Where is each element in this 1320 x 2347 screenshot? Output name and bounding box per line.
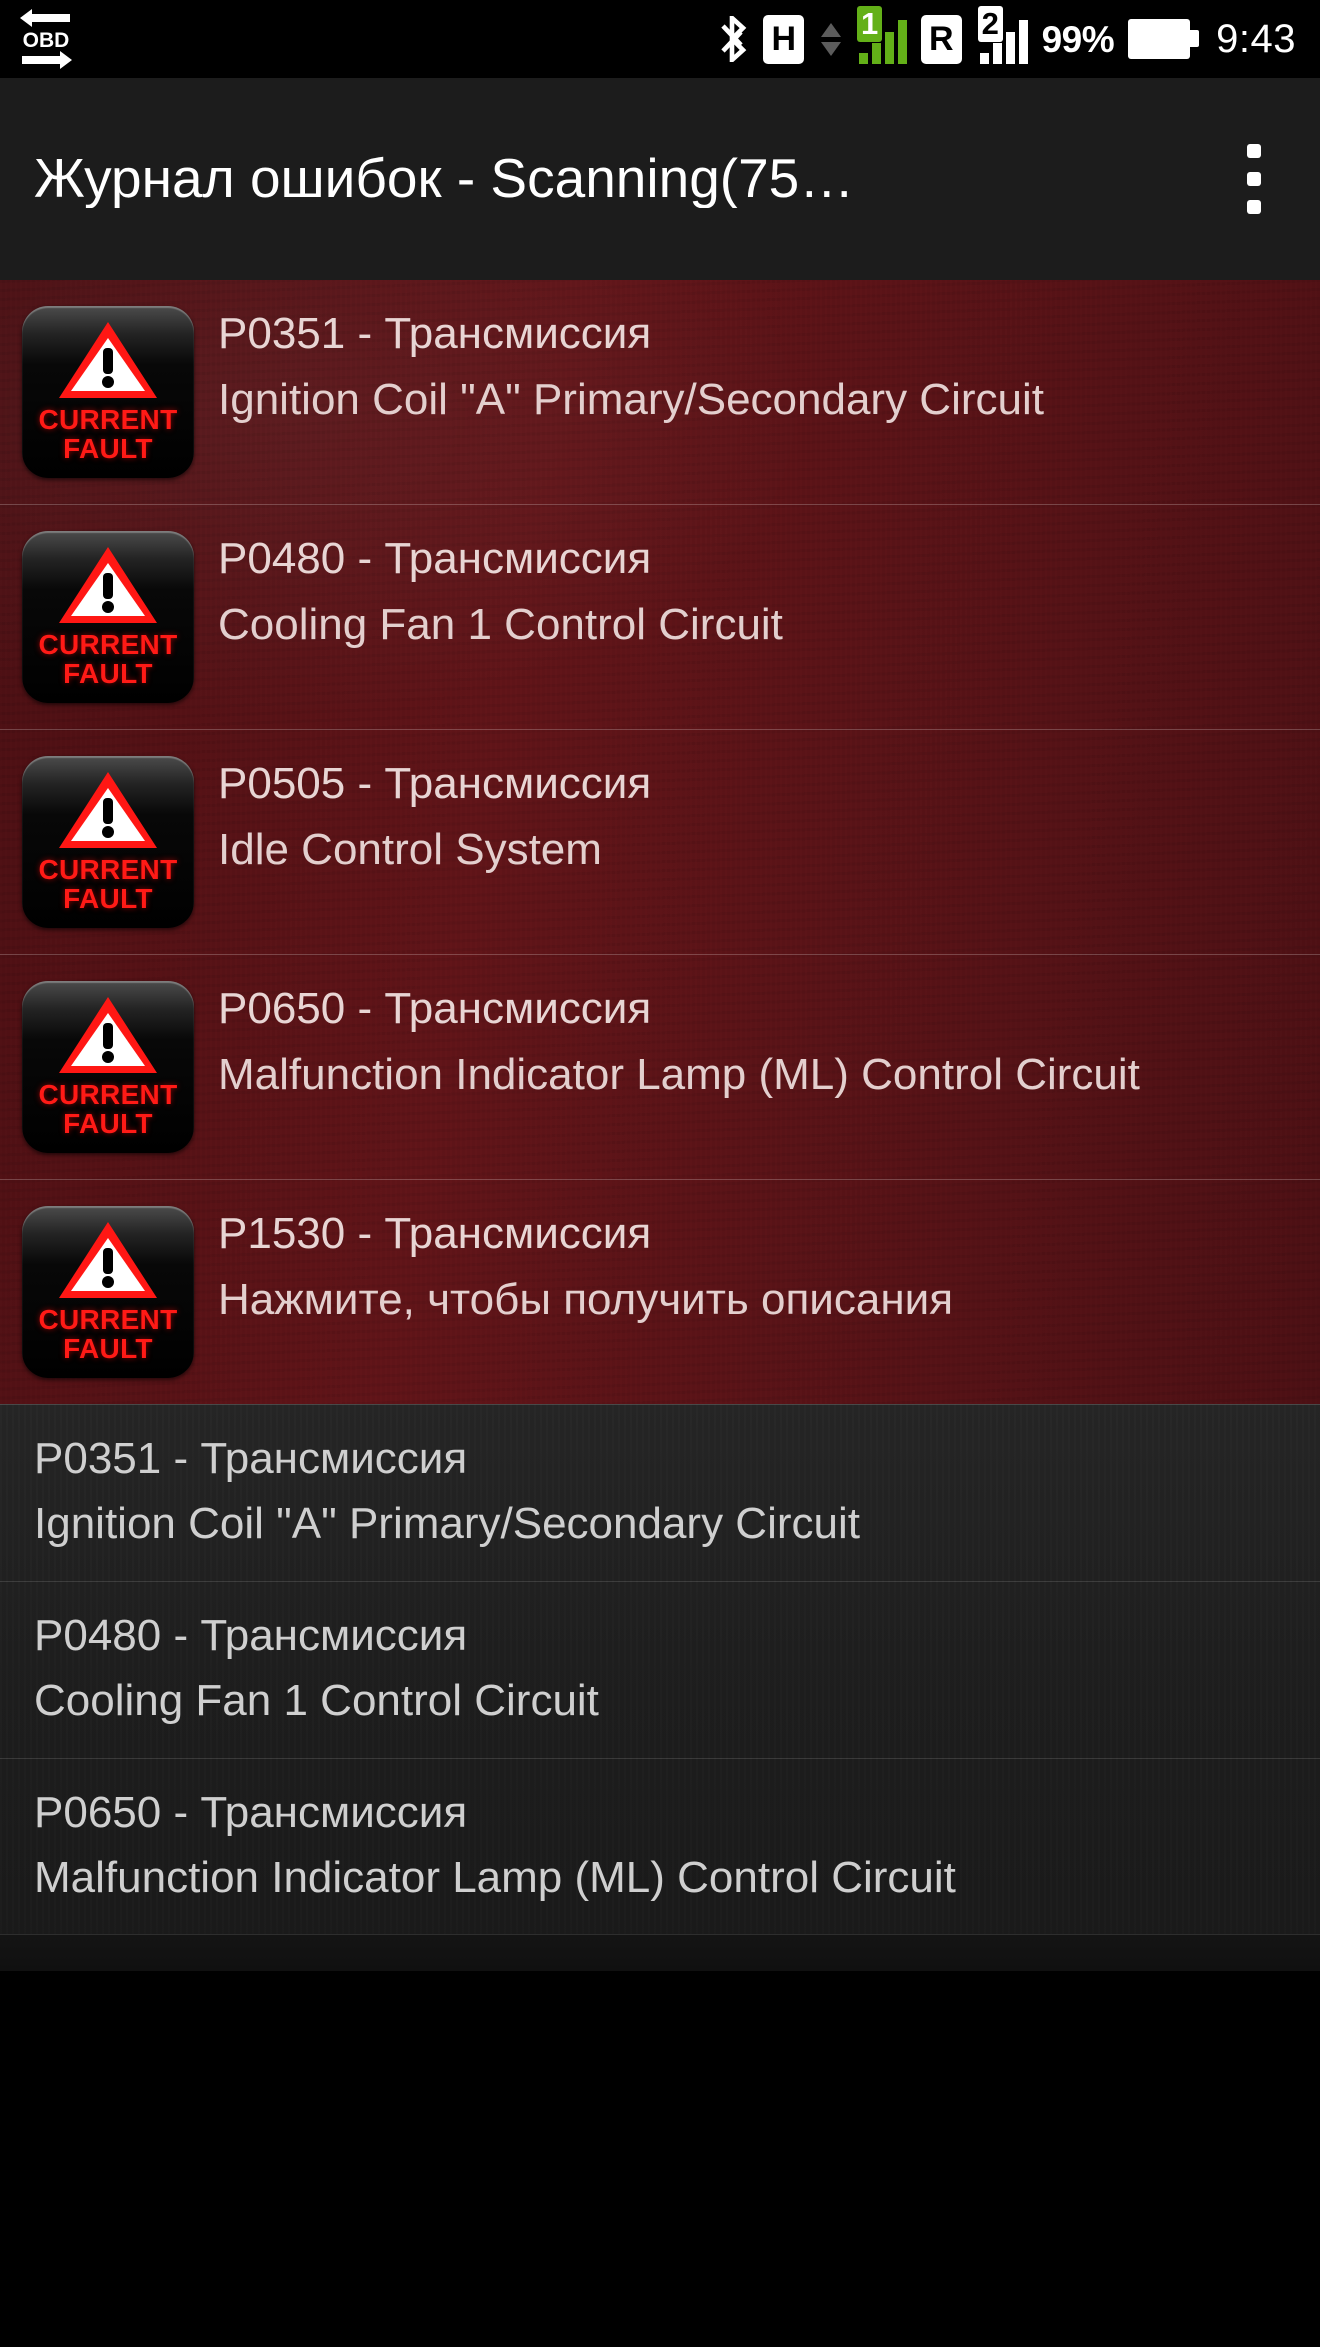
- current-fault-list: CURRENT FAULT P0351 - Трансмиссия Igniti…: [0, 280, 1320, 1404]
- current-fault-badge: CURRENT FAULT: [22, 981, 194, 1153]
- badge-text-line-1: CURRENT: [38, 854, 178, 885]
- history-fault-code: P0480 - Трансмиссия: [34, 1610, 468, 1660]
- warning-triangle-icon: [56, 543, 160, 627]
- badge-text-line-1: CURRENT: [38, 1304, 178, 1335]
- current-fault-row[interactable]: CURRENT FAULT P1530 - Трансмиссия Нажмит…: [0, 1179, 1320, 1404]
- current-fault-badge: CURRENT FAULT: [22, 531, 194, 703]
- status-bar-clock: 9:43: [1216, 17, 1296, 61]
- fault-description: Ignition Coil "A" Primary/Secondary Circ…: [218, 375, 1044, 425]
- fault-description: Нажмите, чтобы получить описания: [218, 1275, 954, 1325]
- network-type-badge-2: R: [921, 14, 962, 64]
- fault-code: P0650 - Трансмиссия: [218, 984, 652, 1033]
- history-fault-code: P0650 - Трансмиссия: [34, 1787, 468, 1837]
- badge-text-line-2: FAULT: [63, 1332, 153, 1364]
- data-transfer-arrows-icon: [821, 22, 842, 56]
- fault-code: P0351 - Трансмиссия: [218, 309, 652, 358]
- network-type-badge-1: H: [763, 14, 805, 64]
- current-fault-text: P0480 - Трансмиссия Cooling Fan 1 Contro…: [194, 531, 1298, 652]
- badge-text-line-2: FAULT: [63, 1107, 153, 1139]
- status-bar-left: OBD: [18, 8, 74, 70]
- fault-history-list: P0351 - Трансмиссия Ignition Coil "A" Pr…: [0, 1404, 1320, 1972]
- signal-strength-sim1: 1: [857, 6, 908, 64]
- warning-triangle-icon: [56, 768, 160, 852]
- warning-triangle-icon: [56, 1218, 160, 1302]
- fault-code: P0505 - Трансмиссия: [218, 759, 652, 808]
- fault-description: Cooling Fan 1 Control Circuit: [218, 600, 783, 650]
- obd-connection-icon: OBD: [18, 8, 74, 70]
- fault-code: P0480 - Трансмиссия: [218, 534, 652, 583]
- overflow-menu-icon[interactable]: [1218, 124, 1290, 234]
- history-fault-code: P0351 - Трансмиссия: [34, 1434, 468, 1483]
- fault-code: P1530 - Трансмиссия: [218, 1209, 652, 1258]
- status-bar: OBD H 1 R 2 99% 9:43: [0, 0, 1320, 78]
- page-title: Журнал ошибок - Scanning(75…: [34, 150, 855, 208]
- badge-text-line-2: FAULT: [63, 882, 153, 914]
- history-fault-description: Malfunction Indicator Lamp (ML) Control …: [34, 1852, 956, 1902]
- badge-text-line-1: CURRENT: [38, 404, 178, 435]
- history-row[interactable]: P0480 - Трансмиссия Cooling Fan 1 Contro…: [0, 1580, 1320, 1758]
- svg-text:OBD: OBD: [23, 29, 70, 52]
- app-bar: Журнал ошибок - Scanning(75…: [0, 78, 1320, 280]
- badge-text-line-2: FAULT: [63, 432, 153, 464]
- history-row-partial[interactable]: [0, 1934, 1320, 1972]
- history-row[interactable]: P0351 - Трансмиссия Ignition Coil "A" Pr…: [0, 1404, 1320, 1581]
- badge-text-line-1: CURRENT: [38, 1079, 178, 1110]
- status-bar-right: H 1 R 2 99% 9:43: [719, 6, 1296, 66]
- badge-text-line-1: CURRENT: [38, 629, 178, 660]
- sim-1-number: 1: [857, 6, 883, 42]
- fault-description: Idle Control System: [218, 825, 602, 875]
- bluetooth-icon: [719, 12, 749, 66]
- battery-percentage: 99%: [1041, 18, 1115, 60]
- signal-strength-sim2: 2: [977, 6, 1028, 64]
- current-fault-text: P0650 - Трансмиссия Malfunction Indicato…: [194, 981, 1298, 1102]
- history-fault-description: Ignition Coil "A" Primary/Secondary Circ…: [34, 1499, 860, 1549]
- warning-triangle-icon: [56, 993, 160, 1077]
- battery-icon: [1128, 19, 1200, 59]
- current-fault-text: P0351 - Трансмиссия Ignition Coil "A" Pr…: [194, 306, 1298, 427]
- overflow-dot: [1247, 144, 1261, 158]
- current-fault-row[interactable]: CURRENT FAULT P0505 - Трансмиссия Idle C…: [0, 729, 1320, 954]
- overflow-dot: [1247, 172, 1261, 186]
- current-fault-badge: CURRENT FAULT: [22, 306, 194, 478]
- sim-2-number: 2: [977, 6, 1003, 42]
- badge-text-line-2: FAULT: [63, 657, 153, 689]
- fault-description: Malfunction Indicator Lamp (ML) Control …: [218, 1050, 1140, 1100]
- current-fault-row[interactable]: CURRENT FAULT P0650 - Трансмиссия Malfun…: [0, 954, 1320, 1179]
- current-fault-badge: CURRENT FAULT: [22, 756, 194, 928]
- overflow-dot: [1247, 200, 1261, 214]
- warning-triangle-icon: [56, 318, 160, 402]
- current-fault-text: P0505 - Трансмиссия Idle Control System: [194, 756, 1298, 877]
- history-row[interactable]: P0650 - Трансмиссия Malfunction Indicato…: [0, 1757, 1320, 1935]
- current-fault-row[interactable]: CURRENT FAULT P0480 - Трансмиссия Coolin…: [0, 504, 1320, 729]
- current-fault-badge: CURRENT FAULT: [22, 1206, 194, 1378]
- history-fault-description: Cooling Fan 1 Control Circuit: [34, 1675, 599, 1725]
- current-fault-text: P1530 - Трансмиссия Нажмите, чтобы получ…: [194, 1206, 1298, 1327]
- current-fault-row[interactable]: CURRENT FAULT P0351 - Трансмиссия Igniti…: [0, 280, 1320, 504]
